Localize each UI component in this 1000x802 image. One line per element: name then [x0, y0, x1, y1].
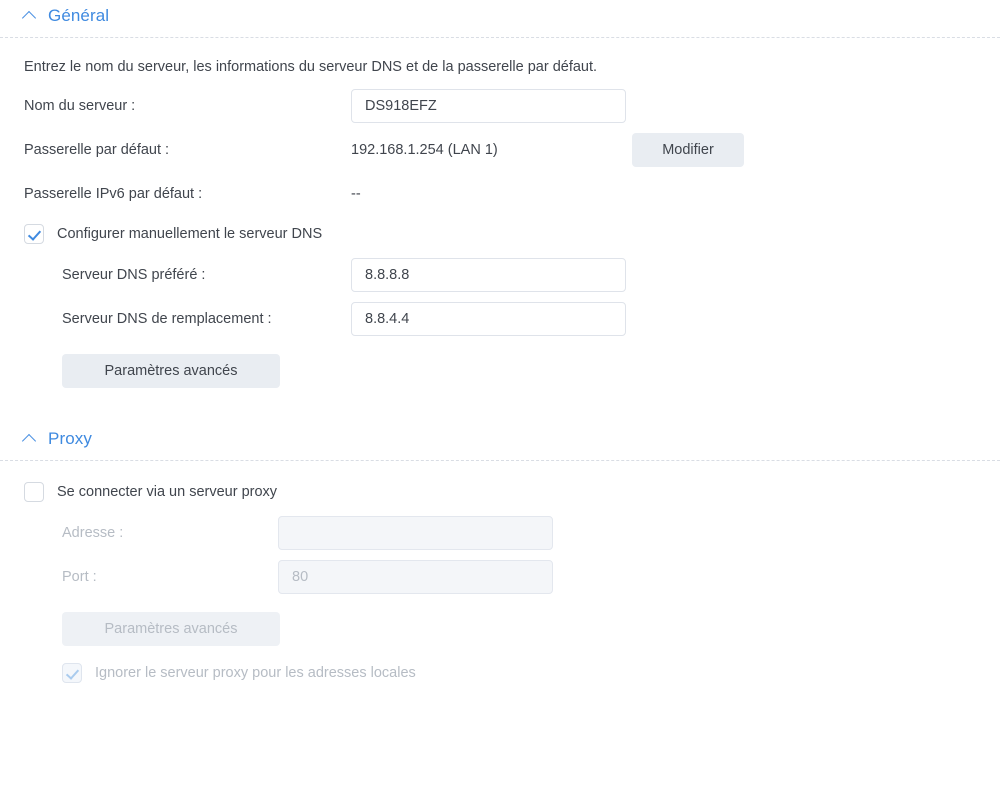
server-name-input[interactable] [351, 89, 626, 123]
section-divider-proxy [0, 460, 1000, 461]
general-advanced-settings-button[interactable]: Paramètres avancés [62, 354, 280, 388]
dns-preferred-input[interactable] [351, 258, 626, 292]
value-default-gateway-ipv6: -- [351, 186, 361, 202]
label-server-name: Nom du serveur : [24, 98, 136, 114]
row-use-proxy-checkbox[interactable]: Se connecter via un serveur proxy [0, 482, 1000, 502]
dns-alternate-input[interactable] [351, 302, 626, 336]
manual-dns-checkbox[interactable] [24, 224, 44, 244]
value-default-gateway: 192.168.1.254 (LAN 1) [351, 142, 498, 158]
general-description: Entrez le nom du serveur, les informatio… [24, 59, 598, 75]
label-default-gateway: Passerelle par défaut : [24, 142, 170, 158]
bypass-local-checkbox-label: Ignorer le serveur proxy pour les adress… [95, 665, 416, 681]
proxy-port-input[interactable] [278, 560, 553, 594]
chevron-up-icon[interactable] [24, 9, 37, 22]
section-header-general[interactable]: Général [0, 0, 1000, 30]
row-general-advanced-button: Paramètres avancés [0, 354, 1000, 388]
section-divider-general [0, 37, 1000, 38]
edit-gateway-button[interactable]: Modifier [632, 133, 744, 167]
manual-dns-checkbox-label[interactable]: Configurer manuellement le serveur DNS [57, 226, 322, 242]
row-proxy-address: Adresse : [0, 516, 1000, 550]
row-server-name: Nom du serveur : [0, 89, 1000, 123]
bypass-local-checkbox[interactable] [62, 663, 82, 683]
chevron-up-icon[interactable] [24, 432, 37, 445]
row-proxy-port: Port : [0, 560, 1000, 594]
label-proxy-port: Port : [62, 569, 97, 585]
section-header-proxy[interactable]: Proxy [0, 423, 1000, 453]
row-dns-alternate: Serveur DNS de remplacement : [0, 302, 1000, 336]
proxy-address-input[interactable] [278, 516, 553, 550]
network-settings-panel: Général Entrez le nom du serveur, les in… [0, 0, 1000, 802]
use-proxy-checkbox[interactable] [24, 482, 44, 502]
row-default-gateway: Passerelle par défaut : 192.168.1.254 (L… [0, 133, 1000, 167]
proxy-advanced-settings-button[interactable]: Paramètres avancés [62, 612, 280, 646]
label-default-gateway-ipv6: Passerelle IPv6 par défaut : [24, 186, 203, 202]
row-default-gateway-ipv6: Passerelle IPv6 par défaut : -- [0, 177, 1000, 204]
row-proxy-advanced-button: Paramètres avancés [0, 612, 1000, 646]
row-manual-dns-checkbox[interactable]: Configurer manuellement le serveur DNS [0, 224, 1000, 244]
section-title-general: Général [48, 5, 110, 25]
label-dns-alternate: Serveur DNS de remplacement : [62, 311, 272, 327]
use-proxy-checkbox-label[interactable]: Se connecter via un serveur proxy [57, 484, 277, 500]
section-title-proxy: Proxy [48, 428, 92, 448]
row-bypass-local-checkbox: Ignorer le serveur proxy pour les adress… [0, 663, 1000, 683]
label-proxy-address: Adresse : [62, 525, 124, 541]
row-dns-preferred: Serveur DNS préféré : [0, 258, 1000, 292]
label-dns-preferred: Serveur DNS préféré : [62, 267, 206, 283]
